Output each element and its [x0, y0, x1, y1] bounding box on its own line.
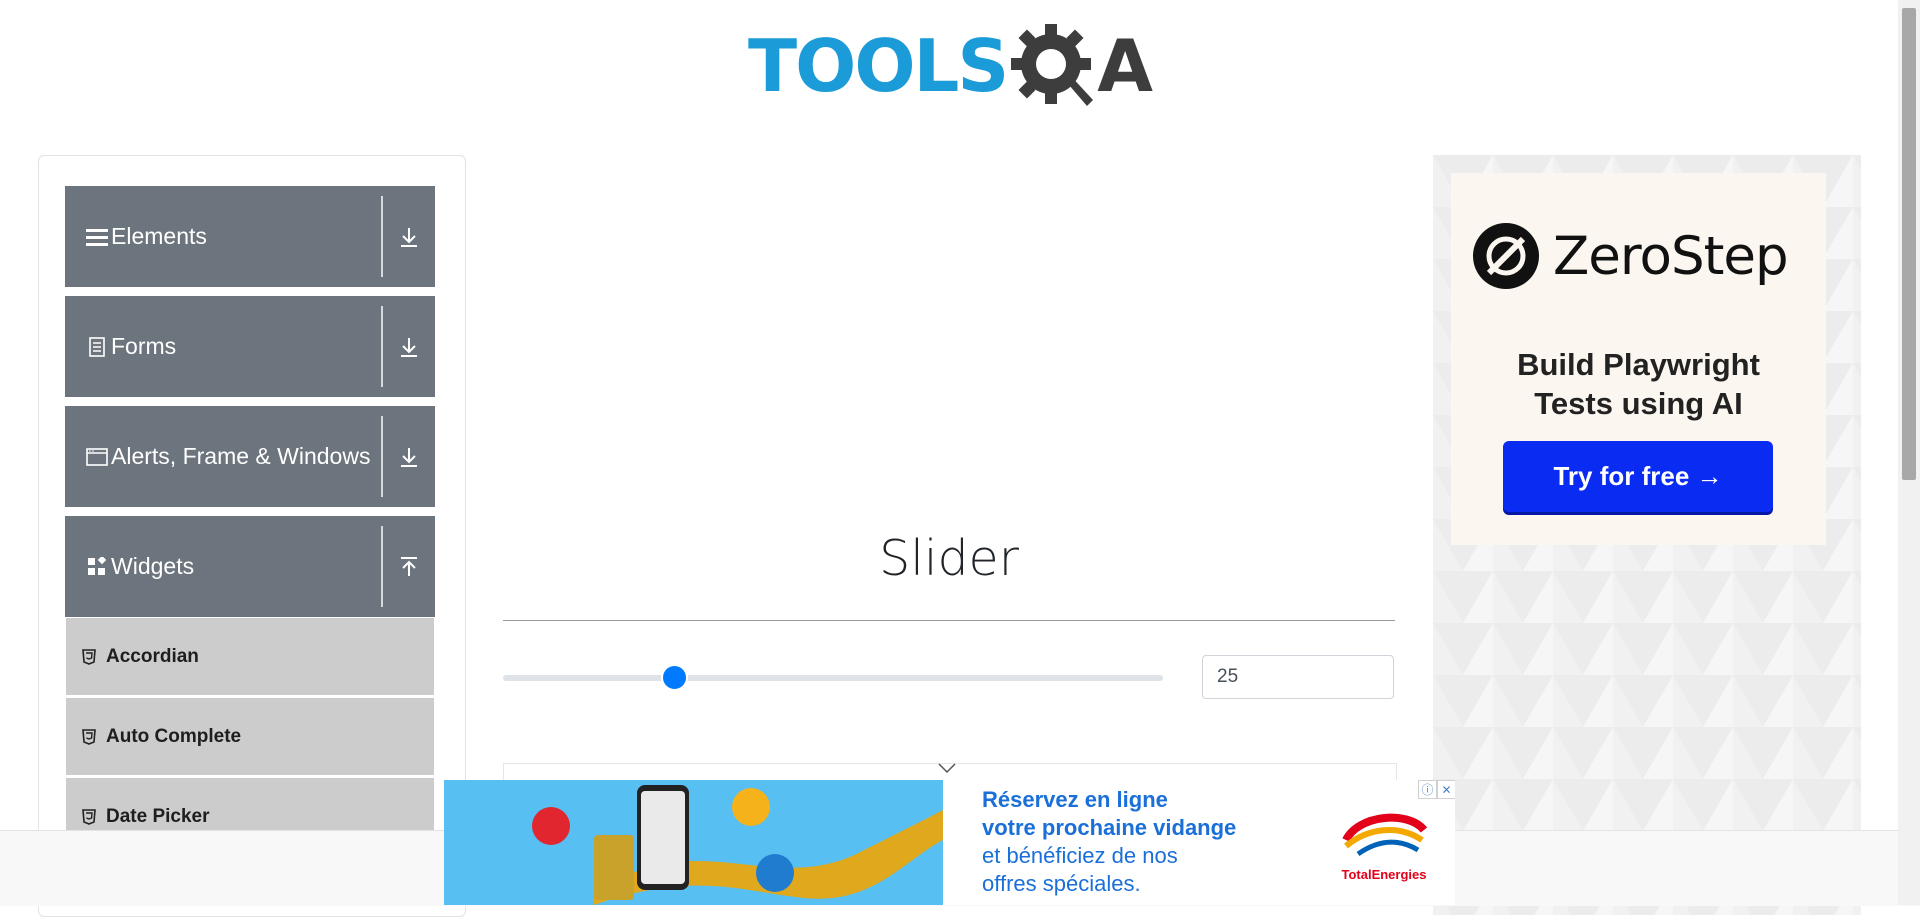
sidebar-panel: Elements Forms Alerts, Frame & Windows W…	[38, 155, 466, 917]
document-icon	[85, 336, 109, 357]
ad-line1: Réservez en ligne	[982, 787, 1168, 812]
totalenergies-ad[interactable]: Réservez en ligne votre prochaine vidang…	[444, 780, 1455, 905]
totalenergies-logo: TotalEnergies	[1334, 810, 1434, 882]
zerostep-brand: ZeroStep	[1553, 225, 1789, 287]
totalenergies-logo-icon	[1342, 813, 1428, 857]
sidebar-group-widgets[interactable]: Widgets	[65, 516, 435, 617]
try-for-free-button[interactable]: Try for free →	[1503, 441, 1773, 512]
zerostep-ad[interactable]: ZeroStep Build Playwright Tests using AI…	[1433, 155, 1861, 915]
ad-card: ZeroStep Build Playwright Tests using AI…	[1451, 173, 1826, 545]
zerostep-logo-icon	[1473, 223, 1539, 289]
totalenergies-brand: TotalEnergies	[1341, 867, 1427, 882]
slider-value-field[interactable]: 25	[1202, 655, 1394, 699]
html5-icon	[82, 648, 98, 665]
logo-qa-text: A	[1097, 24, 1153, 108]
window-icon	[85, 447, 109, 466]
ad-tagline-line1: Build Playwright	[1517, 347, 1760, 382]
sidebar-item-label: Accordian	[106, 645, 199, 667]
sidebar-item-label: Date Picker	[106, 805, 210, 827]
ad-controls: ⓘ ✕	[1418, 780, 1455, 799]
divider	[381, 306, 383, 387]
ad-image	[444, 780, 943, 905]
sidebar-item-accordian[interactable]: Accordian	[66, 618, 434, 697]
widgets-icon	[85, 556, 109, 577]
download-arrow-icon[interactable]	[393, 406, 425, 507]
sidebar-group-forms[interactable]: Forms	[65, 296, 435, 397]
logo-qa-mark: A	[1007, 18, 1153, 114]
sidebar-item-label: Auto Complete	[106, 725, 242, 747]
html5-icon	[82, 728, 98, 745]
upload-arrow-icon[interactable]	[393, 516, 425, 617]
sidebar-item-auto-complete[interactable]: Auto Complete	[66, 698, 434, 777]
ad-tagline: Build Playwright Tests using AI	[1451, 345, 1826, 423]
divider	[381, 196, 383, 277]
slider-thumb[interactable]	[661, 664, 689, 691]
sidebar-group-alerts[interactable]: Alerts, Frame & Windows	[65, 406, 435, 507]
hamburger-icon	[85, 227, 109, 247]
range-slider[interactable]	[503, 675, 1163, 681]
download-arrow-icon[interactable]	[393, 186, 425, 287]
gear-icon	[1011, 24, 1094, 106]
sidebar-group-label: Widgets	[111, 553, 195, 579]
divider	[503, 620, 1395, 621]
ad-tagline-line2: Tests using AI	[1534, 386, 1743, 421]
toolsqa-logo[interactable]: TOOLS A	[748, 18, 1153, 114]
scrollbar-thumb[interactable]	[1902, 8, 1916, 480]
sidebar-group-elements[interactable]: Elements	[65, 186, 435, 287]
ad-info-icon[interactable]: ⓘ	[1418, 780, 1437, 799]
download-arrow-icon[interactable]	[393, 296, 425, 397]
divider	[381, 526, 383, 607]
page-title: Slider	[879, 530, 1019, 587]
sidebar-group-label: Elements	[111, 223, 207, 249]
sidebar-group-label: Alerts, Frame & Windows	[111, 443, 371, 469]
ad-line3: et bénéficiez de nos	[982, 843, 1178, 868]
ad-line4: offres spéciales.	[982, 871, 1141, 896]
ad-copy: Réservez en ligne votre prochaine vidang…	[982, 786, 1236, 898]
sidebar-group-label: Forms	[111, 333, 177, 359]
logo-tools-text: TOOLS	[748, 24, 1009, 108]
ad-close-icon[interactable]: ✕	[1437, 780, 1455, 799]
zerostep-logo: ZeroStep	[1473, 223, 1789, 289]
html5-icon	[82, 808, 98, 825]
ad-line2: votre prochaine vidange	[982, 815, 1237, 840]
chevron-down-icon[interactable]	[937, 762, 957, 774]
divider	[381, 416, 383, 497]
ad-illustration	[444, 780, 943, 905]
